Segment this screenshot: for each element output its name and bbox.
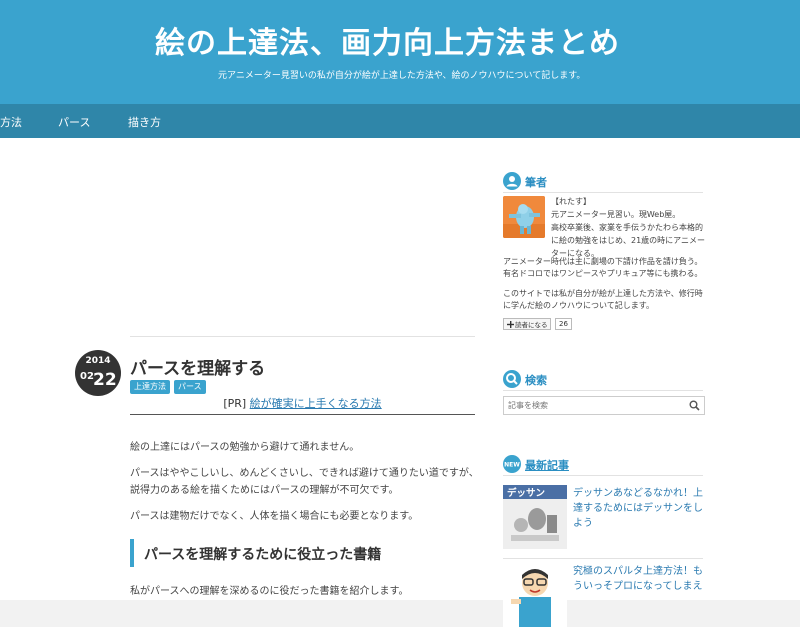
nav-item-method[interactable]: 方法 (0, 114, 22, 130)
new-badge-icon: NEW (503, 455, 521, 473)
recent-post-thumbnail[interactable]: デッサン (503, 485, 567, 549)
author-bio-line: に学んだ絵のノウハウについて記します。 (503, 301, 654, 310)
recent-post-link[interactable]: 究極のスパルタ上達方法！もういっそプロになってしまえ (573, 564, 703, 594)
pr-rule (130, 414, 475, 415)
post-paragraph: 私がパースへの理解を深めるのに役だった書籍を紹介します。 (130, 586, 409, 597)
post-title[interactable]: パースを理解する (130, 354, 265, 379)
search-button-icon[interactable] (689, 400, 700, 411)
post-paragraph: 絵の上達にはパースの勉強から避けて通れません。 (130, 442, 360, 453)
content-area: 2014 02 22 パースを理解する 上達方法 パース [PR] 絵が確実に上… (0, 138, 800, 627)
tag-perspective[interactable]: パース (174, 380, 206, 394)
section-heading: パースを理解するために役立った書籍 (130, 539, 475, 567)
recent-post-thumbnail[interactable] (503, 563, 567, 627)
post-paragraph: パースは建物だけでなく、人体を描く場合にも必要となります。 (130, 511, 419, 522)
site-header: 絵の上達法、画力向上方法まとめ 元アニメーター見習いの私が自分が絵が上達した方法… (0, 0, 800, 104)
author-widget-title: 筆者 (525, 176, 547, 189)
site-description: 元アニメーター見習いの私が自分が絵が上達した方法や、絵のノウハウについて記します… (218, 71, 586, 81)
post-date-month: 02 (80, 371, 94, 382)
recent-header-rule (503, 475, 703, 476)
pr-line: [PR] 絵が確実に上手くなる方法 (130, 395, 475, 411)
post-date-day: 22 (93, 370, 117, 390)
search-header-rule (503, 390, 703, 391)
search-icon (503, 370, 521, 388)
plus-icon (507, 321, 514, 328)
global-nav: 方法 パース 描き方 (0, 104, 800, 138)
search-input[interactable] (508, 399, 678, 412)
author-bio-line: 元アニメーター見習い。現Web屋。 (551, 210, 681, 219)
post-paragraph: 説得力のある絵を描くためにはパースの理解が不可欠です。 (130, 485, 399, 496)
author-avatar[interactable] (503, 196, 545, 238)
author-bio-line: 有名ドコロではワンピースやプリキュア等にも携わる。 (503, 269, 703, 278)
post-date: 2014 02 22 (75, 350, 121, 396)
author-bio-line: 高校卒業後、家業を手伝うかたわら本格的 (551, 223, 703, 232)
new-badge-label: NEW (504, 462, 520, 469)
author-bio-line: アニメーター時代は主に劇場の下請け作品を請け負う。 (503, 257, 703, 266)
tag-improvement[interactable]: 上達方法 (130, 380, 170, 394)
recent-post-link[interactable]: デッサンあなどるなかれ！上達するためにはデッサンをしよう (573, 486, 703, 531)
pr-link[interactable]: 絵が確実に上手くなる方法 (250, 397, 382, 410)
thumbnail-title: デッサン (507, 487, 545, 499)
author-bio-line: このサイトでは私が自分が絵が上達した方法や、修行時 (503, 289, 703, 298)
search-form (503, 396, 705, 415)
subscribe-button[interactable]: 読者になる (503, 318, 551, 330)
nav-item-perspective[interactable]: パース (58, 114, 90, 130)
author-header-rule (503, 192, 703, 193)
subscriber-count: 26 (555, 318, 572, 330)
user-icon (503, 172, 521, 190)
author-bio-line: に絵の勉強をはじめ、21歳の時にアニメー (551, 236, 706, 245)
post-paragraph: パースはややこしいし、めんどくさいし、できれば避けて通りたい道ですが、 (130, 468, 479, 479)
nav-item-drawing[interactable]: 描き方 (128, 114, 161, 130)
recent-item-rule (503, 558, 703, 559)
pr-label: [PR] (223, 397, 247, 410)
article-divider (130, 336, 475, 337)
author-name: 【れたす】 (551, 197, 591, 206)
post-date-year: 2014 (85, 356, 111, 366)
section-heading-text: パースを理解するために役立った書籍 (144, 547, 382, 563)
subscribe-label: 読者になる (515, 321, 548, 329)
recent-widget-title[interactable]: 最新記事 (525, 457, 569, 473)
search-widget-title: 検索 (525, 374, 547, 387)
site-title[interactable]: 絵の上達法、画力向上方法まとめ (155, 18, 620, 62)
